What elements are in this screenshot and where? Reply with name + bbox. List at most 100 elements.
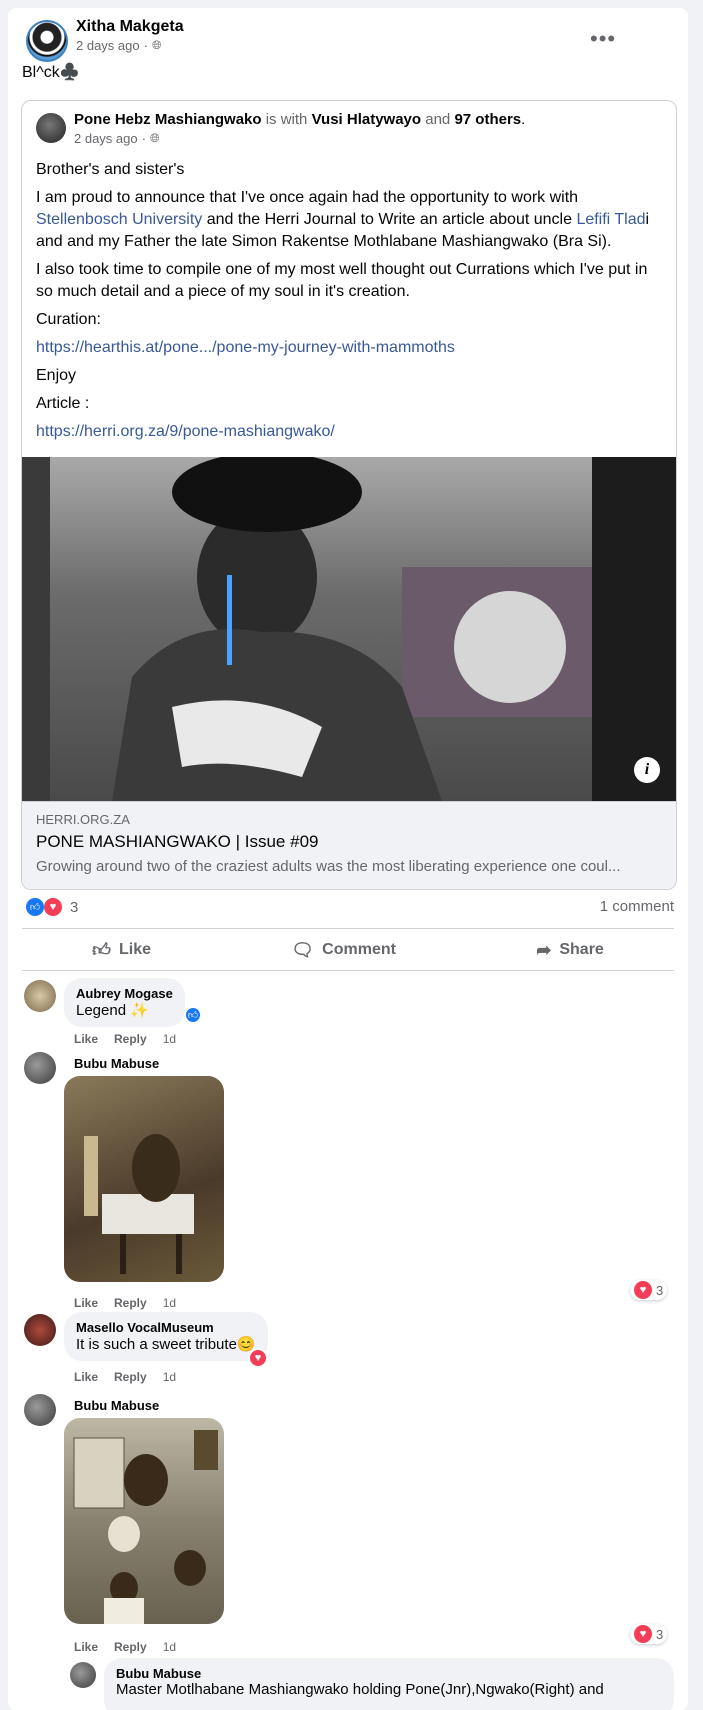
preview-domain: HERRI.ORG.ZA bbox=[36, 812, 130, 827]
comment-photo-art bbox=[73, 1430, 218, 1624]
comment-reply-button[interactable]: Reply bbox=[114, 1296, 147, 1310]
commenter-name[interactable]: Masello VocalMuseum bbox=[76, 1320, 256, 1335]
para-3: I also took time to compile one of my mo… bbox=[36, 261, 648, 300]
more-icon[interactable]: ••• bbox=[590, 26, 616, 52]
with-word: is with bbox=[265, 111, 308, 128]
commenter-name[interactable]: Bubu Mabuse bbox=[74, 1056, 159, 1071]
shared-author-avatar[interactable] bbox=[36, 113, 66, 143]
tagged-others[interactable]: 97 others bbox=[454, 111, 521, 128]
comment-actions: Like Reply 1d bbox=[74, 1296, 176, 1310]
shared-meta: 2 days ago · 🌐︎ bbox=[74, 131, 160, 146]
comment-text: Legend ✨ bbox=[76, 1002, 149, 1019]
link-preview-image[interactable]: i bbox=[22, 457, 676, 801]
like-reaction-icon[interactable]: 👍︎ bbox=[184, 1006, 202, 1024]
comment-photo[interactable] bbox=[64, 1418, 224, 1624]
commenter-avatar[interactable] bbox=[24, 1314, 56, 1346]
comment-count[interactable]: 1 comment bbox=[600, 898, 674, 915]
thumbs-up-icon: 👍︎ bbox=[92, 940, 111, 960]
commenter-name[interactable]: Bubu Mabuse bbox=[74, 1398, 159, 1413]
shared-time[interactable]: 2 days ago bbox=[74, 131, 138, 146]
link-preview[interactable]: HERRI.ORG.ZA PONE MASHIANGWAKO | Issue #… bbox=[22, 801, 676, 889]
comment-actions: Like Reply 1d bbox=[74, 1370, 176, 1384]
share-icon: ➦ bbox=[536, 939, 552, 960]
comment-icon: 🗨︎ bbox=[291, 939, 315, 960]
reply-avatar[interactable] bbox=[70, 1662, 96, 1688]
shared-author-name[interactable]: Pone Hebz Mashiangwako bbox=[74, 111, 262, 128]
divider bbox=[22, 928, 674, 929]
para-2b: and the Herri Journal to Write an articl… bbox=[206, 211, 572, 228]
shared-post[interactable]: Pone Hebz Mashiangwako is with Vusi Hlat… bbox=[21, 100, 677, 890]
love-reaction-icon: ♥ bbox=[44, 898, 62, 916]
comment-react-count: 3 bbox=[656, 1282, 664, 1298]
post-card: Xitha Makgeta 2 days ago · 🌐︎ ••• Bl^ck♣… bbox=[8, 8, 688, 1710]
comment-like-button[interactable]: Like bbox=[74, 1370, 98, 1384]
preview-title[interactable]: PONE MASHIANGWAKO | Issue #09 bbox=[36, 832, 318, 852]
comment-reply-button[interactable]: Reply bbox=[114, 1640, 147, 1654]
commenter-name[interactable]: Bubu Mabuse bbox=[116, 1666, 662, 1681]
comment-time[interactable]: 1d bbox=[163, 1032, 176, 1046]
commenter-name[interactable]: Aubrey Mogase bbox=[76, 986, 173, 1001]
tagged-person[interactable]: Vusi Hlatywayo bbox=[312, 111, 421, 128]
share-label: Share bbox=[559, 941, 604, 958]
like-reaction-icon: 👍︎ bbox=[26, 898, 44, 916]
like-label: Like bbox=[118, 941, 151, 958]
comment-button[interactable]: 🗨︎ Comment bbox=[291, 940, 396, 961]
comment-like-button[interactable]: Like bbox=[74, 1640, 98, 1654]
comment-like-button[interactable]: Like bbox=[74, 1296, 98, 1310]
shared-header: Pone Hebz Mashiangwako is with Vusi Hlat… bbox=[74, 111, 526, 128]
lefifi-link[interactable]: Lefifi Tlad bbox=[576, 211, 645, 228]
para-2: I am proud to announce that I've once ag… bbox=[36, 187, 666, 253]
comment-photo-art bbox=[84, 1134, 194, 1274]
info-icon[interactable]: i bbox=[634, 757, 660, 783]
comment-actions: Like Reply 1d bbox=[74, 1640, 176, 1654]
comment-reply-button[interactable]: Reply bbox=[114, 1032, 147, 1046]
commenter-avatar[interactable] bbox=[24, 1052, 56, 1084]
comment-time[interactable]: 1d bbox=[163, 1640, 176, 1654]
globe-icon: 🌐︎ bbox=[149, 131, 160, 145]
comment-bubble: Aubrey Mogase Legend ✨ bbox=[64, 978, 185, 1027]
love-reaction-icon: ♥ bbox=[634, 1625, 652, 1643]
stellenbosch-link[interactable]: Stellenbosch University bbox=[36, 211, 202, 228]
comment-reactions[interactable]: ♥ 3 bbox=[630, 1280, 668, 1300]
like-button[interactable]: 👍︎ Like bbox=[92, 939, 151, 961]
action-bar: 👍︎ Like 🗨︎ Comment ➦ Share bbox=[22, 930, 674, 970]
author-name[interactable]: Xitha Makgeta bbox=[76, 18, 184, 36]
comment-photo[interactable] bbox=[64, 1076, 224, 1282]
post-text: Bl^ck♣️ bbox=[22, 64, 80, 81]
preview-description: Growing around two of the craziest adult… bbox=[36, 858, 621, 875]
comment-like-button[interactable]: Like bbox=[74, 1032, 98, 1046]
share-button[interactable]: ➦ Share bbox=[536, 940, 604, 961]
article-link[interactable]: https://herri.org.za/9/pone-mashiangwako… bbox=[36, 421, 666, 443]
comment-actions: Like Reply 1d bbox=[74, 1032, 176, 1046]
love-reaction-icon[interactable]: ♥ bbox=[248, 1348, 268, 1368]
divider bbox=[22, 970, 674, 971]
para-1: Brother's and sister's bbox=[36, 161, 185, 178]
comment-time[interactable]: 1d bbox=[163, 1296, 176, 1310]
comment-reply-button[interactable]: Reply bbox=[114, 1370, 147, 1384]
comment-text: It is such a sweet tribute😊 bbox=[76, 1336, 256, 1353]
author-avatar[interactable] bbox=[26, 20, 68, 62]
comment-label: Comment bbox=[322, 941, 396, 958]
post-time[interactable]: 2 days ago bbox=[76, 38, 140, 53]
love-reaction-icon: ♥ bbox=[634, 1281, 652, 1299]
reaction-summary[interactable]: 👍︎ ♥ 3 bbox=[26, 898, 78, 916]
globe-icon: 🌐︎ bbox=[151, 38, 162, 52]
curation-link[interactable]: https://hearthis.at/pone.../pone-my-jour… bbox=[36, 337, 666, 359]
photo-art bbox=[22, 457, 676, 801]
comment-react-count: 3 bbox=[656, 1626, 664, 1642]
reply-bubble: Bubu Mabuse Master Motlhabane Mashiangwa… bbox=[104, 1658, 674, 1710]
curation-label: Curation: bbox=[36, 311, 101, 328]
commenter-avatar[interactable] bbox=[24, 1394, 56, 1426]
comment-reactions[interactable]: ♥ 3 bbox=[630, 1624, 668, 1644]
para-2c: i bbox=[645, 211, 650, 228]
para-2a: I am proud to announce that I've once ag… bbox=[36, 189, 579, 206]
post-meta: 2 days ago · 🌐︎ bbox=[76, 38, 162, 53]
enjoy-text: Enjoy bbox=[36, 367, 77, 384]
shared-body: Brother's and sister's I am proud to ann… bbox=[36, 159, 666, 443]
article-label: Article : bbox=[36, 395, 90, 412]
reaction-count: 3 bbox=[70, 898, 79, 916]
and-word: and bbox=[425, 111, 451, 128]
comment-time[interactable]: 1d bbox=[163, 1370, 176, 1384]
comment-text: Master Motlhabane Mashiangwako holding P… bbox=[116, 1681, 604, 1698]
commenter-avatar[interactable] bbox=[24, 980, 56, 1012]
